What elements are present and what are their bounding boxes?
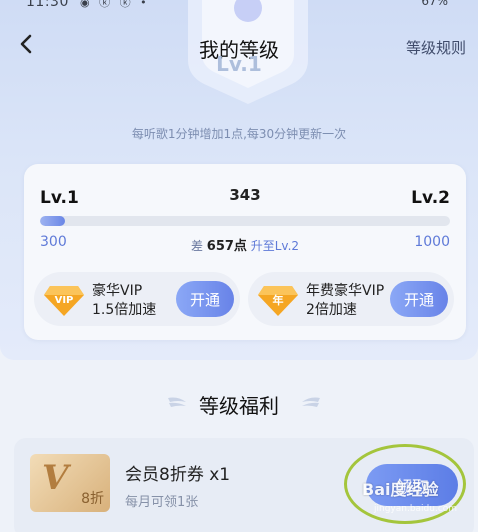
diff-value: 657点 [206, 239, 247, 254]
watermark-url: jingyan.baidu.com [374, 504, 458, 514]
coupon-image: V 8折 [30, 454, 110, 512]
coupon-letter: V [42, 458, 69, 498]
vip-offer-subtitle: 1.5倍加速 [92, 302, 157, 318]
current-exp: 343 [229, 186, 261, 204]
vip-gem-badge: VIP [55, 295, 74, 306]
wing-right-icon [302, 397, 320, 407]
watermark: Bai度经验 [362, 480, 439, 499]
level-progress-card: Lv.1 343 Lv.2 300 差 657点 升至Lv.2 1000 VIP… [24, 164, 466, 340]
diff-suffix: 升至Lv.2 [250, 239, 300, 253]
vip-offer-annual: 年 年费豪华VIP 2倍加速 开通 [248, 272, 454, 326]
progress-track [40, 216, 450, 226]
vip-gem-icon: VIP [44, 286, 84, 316]
exp-difference: 差 657点 升至Lv.2 [24, 235, 466, 254]
notification-icons: ◉ ⓚ ⓚ • [80, 0, 150, 9]
open-annual-vip-button[interactable]: 开通 [390, 281, 448, 317]
benefit-subtitle: 每月可领1张 [125, 495, 199, 510]
benefits-section-title: 等级福利 [199, 394, 279, 418]
progress-fill [40, 216, 65, 226]
max-exp: 1000 [414, 234, 450, 250]
vip-offer-luxury: VIP 豪华VIP 1.5倍加速 开通 [34, 272, 240, 326]
exp-hint: 每听歌1分钟增加1点,每30分钟更新一次 [131, 127, 347, 141]
diff-prefix: 差 [190, 239, 203, 253]
battery-level: 67% [421, 0, 448, 8]
vip-offer-subtitle: 2倍加速 [306, 302, 357, 318]
vip-offer-title: 年费豪华VIP [306, 283, 385, 299]
year-gem-icon: 年 [258, 286, 298, 316]
benefit-name: 会员8折券 x1 [125, 465, 231, 485]
coupon-discount: 8折 [81, 491, 104, 507]
year-gem-badge: 年 [273, 293, 284, 307]
next-level: Lv.2 [411, 188, 450, 208]
status-bar: 11:30 ◉ ⓚ ⓚ • 67% [0, 0, 478, 14]
shield-level-label: Lv.1 [216, 52, 262, 76]
vip-offer-title: 豪华VIP [92, 283, 143, 299]
status-time: 11:30 [26, 0, 69, 10]
open-luxury-vip-button[interactable]: 开通 [176, 281, 234, 317]
